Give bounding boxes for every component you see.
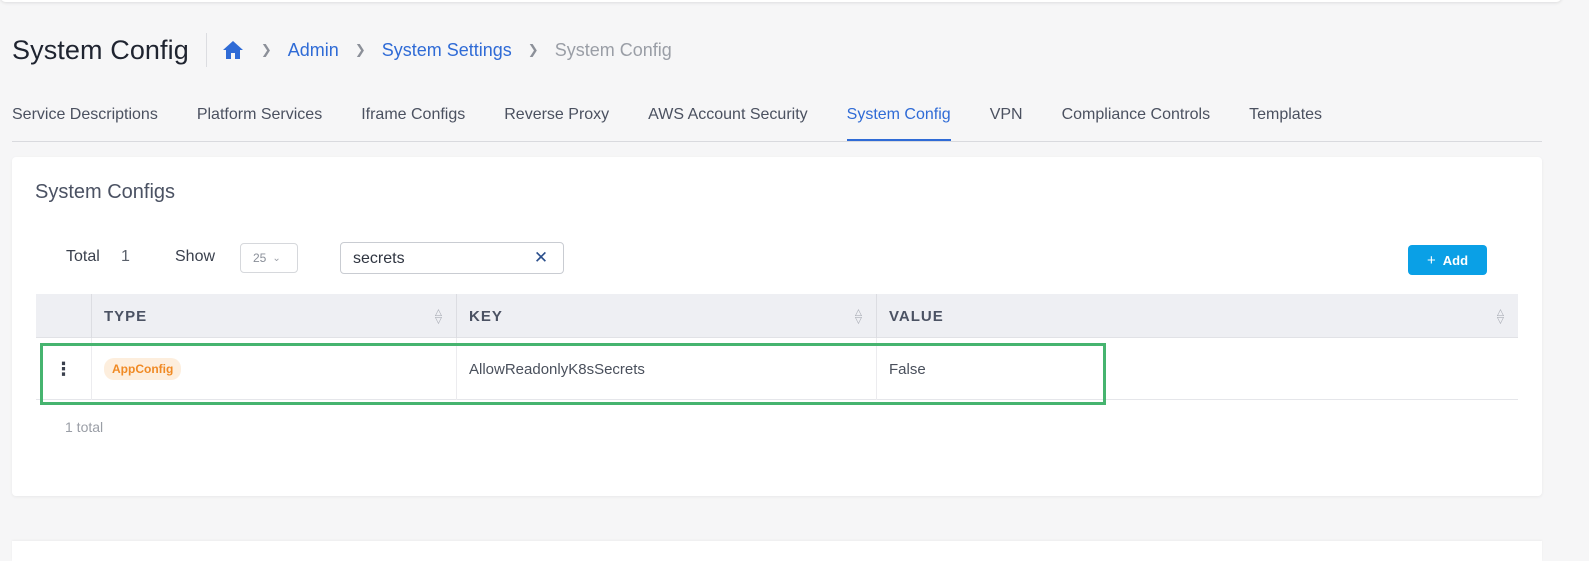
type-badge: AppConfig: [104, 358, 182, 380]
title-divider: [205, 33, 207, 67]
chevron-down-icon: ⌄: [272, 252, 281, 264]
page-size-select[interactable]: 25 ⌄: [240, 243, 298, 273]
tab-iframe-configs[interactable]: Iframe Configs: [361, 100, 465, 141]
page-title: System Config: [12, 34, 189, 65]
sort-icon[interactable]: △ ▽: [854, 308, 864, 325]
actions-column-header: [36, 294, 91, 338]
breadcrumb: ❯ Admin ❯ System Settings ❯ System Confi…: [221, 38, 672, 62]
column-label: VALUE: [889, 307, 944, 325]
plus-icon: +: [1426, 251, 1436, 269]
tab-platform-services[interactable]: Platform Services: [197, 100, 322, 141]
total-label: Total: [66, 248, 100, 265]
search-input[interactable]: [353, 249, 523, 269]
chevron-right-icon: ❯: [354, 42, 366, 57]
tab-templates[interactable]: Templates: [1249, 100, 1322, 141]
breadcrumb-current: System Config: [554, 39, 672, 60]
cell-key: AllowReadonlyK8sSecrets: [456, 338, 876, 400]
tab-bar: Service Descriptions Platform Services I…: [12, 100, 1542, 142]
page-size-value: 25: [253, 251, 267, 265]
tab-aws-account-security[interactable]: AWS Account Security: [648, 100, 807, 141]
sort-icon[interactable]: △ ▽: [434, 308, 444, 325]
tab-vpn[interactable]: VPN: [990, 100, 1023, 141]
column-header-key[interactable]: KEY △ ▽: [456, 294, 876, 338]
sort-icon[interactable]: △ ▽: [1496, 308, 1506, 325]
column-header-value[interactable]: VALUE △ ▽: [876, 294, 1518, 338]
column-label: KEY: [469, 307, 503, 325]
table-header: TYPE △ ▽ KEY △ ▽ VALUE △ ▽: [36, 294, 1518, 338]
column-header-type[interactable]: TYPE △ ▽: [91, 294, 456, 338]
tab-system-config[interactable]: System Config: [846, 100, 951, 141]
top-bar: [0, 0, 1562, 2]
table-row[interactable]: ⋮ AppConfig AllowReadonlyK8sSecrets Fals…: [36, 338, 1518, 400]
page-header: System Config ❯ Admin ❯ System Settings …: [12, 32, 672, 68]
search-box: ✕: [340, 242, 564, 274]
show-label: Show: [175, 248, 216, 265]
close-icon[interactable]: ✕: [533, 249, 549, 266]
configs-table: TYPE △ ▽ KEY △ ▽ VALUE △ ▽ ⋮ AppConfig Allo…: [36, 294, 1518, 400]
cell-value: False: [876, 338, 1518, 400]
system-configs-card: System Configs Total 1 Show 25 ⌄ ✕ + Add…: [12, 157, 1542, 496]
card-title: System Configs: [35, 181, 176, 203]
home-icon[interactable]: [221, 38, 245, 62]
add-button[interactable]: + Add: [1408, 245, 1487, 275]
chevron-right-icon: ❯: [527, 42, 539, 57]
breadcrumb-system-settings[interactable]: System Settings: [382, 40, 512, 61]
row-menu-icon[interactable]: ⋮: [36, 338, 91, 400]
footer-total: 1 total: [65, 419, 104, 435]
chevron-right-icon: ❯: [260, 42, 272, 57]
breadcrumb-admin[interactable]: Admin: [288, 40, 339, 61]
tab-reverse-proxy[interactable]: Reverse Proxy: [504, 100, 609, 141]
column-label: TYPE: [104, 307, 148, 325]
tab-compliance-controls[interactable]: Compliance Controls: [1062, 100, 1211, 141]
cell-type: AppConfig: [91, 338, 456, 400]
add-button-label: Add: [1442, 252, 1469, 268]
bottom-card: [12, 541, 1542, 561]
tab-service-descriptions[interactable]: Service Descriptions: [12, 100, 158, 141]
total-count: 1: [121, 248, 130, 265]
